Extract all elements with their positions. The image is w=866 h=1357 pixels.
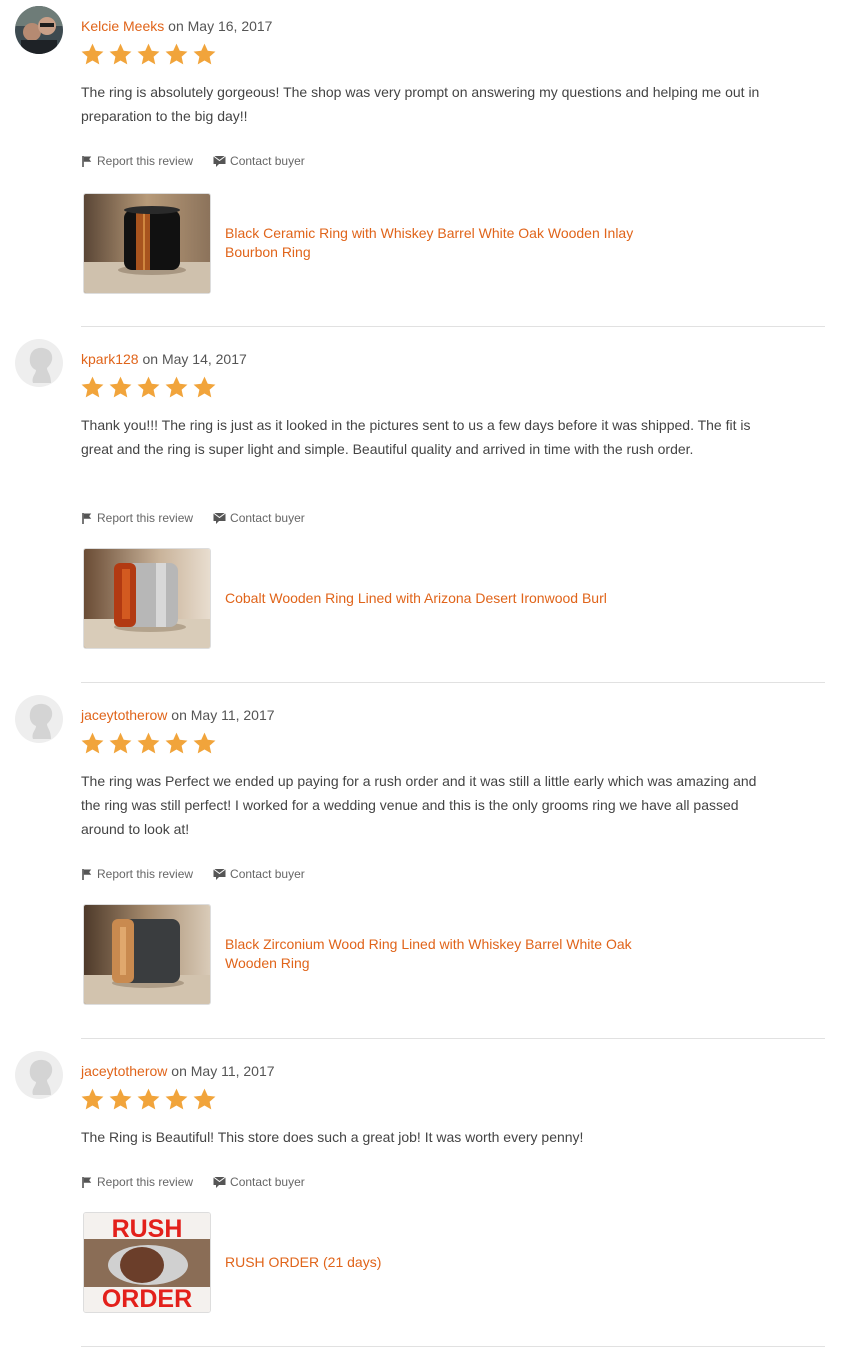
flag-icon (81, 155, 93, 167)
envelope-icon (213, 1176, 226, 1188)
review-item: jaceytotherow on May 11, 2017 The ring w… (0, 695, 866, 1038)
user-avatar[interactable] (15, 695, 63, 743)
product-thumbnail[interactable] (83, 548, 211, 649)
user-avatar[interactable] (15, 339, 63, 387)
review-divider (81, 1038, 825, 1039)
review-divider (81, 1346, 825, 1347)
review-actions: Report this review Contact buyer (81, 511, 305, 525)
review-text: The ring is absolutely gorgeous! The sho… (81, 84, 760, 124)
review-text: The Ring is Beautiful! This store does s… (81, 1129, 584, 1145)
star-icon (137, 732, 160, 754)
review-meta: jaceytotherow on May 11, 2017 (81, 707, 275, 723)
reviewer-name-link[interactable]: kpark128 (81, 351, 139, 367)
product-thumbnail[interactable] (83, 193, 211, 294)
report-review-label: Report this review (97, 154, 194, 168)
contact-buyer-label: Contact buyer (230, 154, 305, 168)
report-review-link[interactable]: Report this review (81, 1175, 193, 1189)
star-icon (165, 732, 188, 754)
star-rating (80, 375, 217, 400)
flag-icon (81, 1176, 93, 1188)
contact-buyer-link[interactable]: Contact buyer (213, 154, 305, 168)
review-item: kpark128 on May 14, 2017 Thank you!!! Th… (0, 339, 866, 682)
star-icon (165, 376, 188, 398)
review-item: Kelcie Meeks on May 16, 2017 The ring is… (0, 6, 866, 326)
user-avatar[interactable] (15, 6, 63, 54)
star-icon (193, 376, 216, 398)
contact-buyer-link[interactable]: Contact buyer (213, 1175, 305, 1189)
contact-buyer-link[interactable]: Contact buyer (213, 511, 305, 525)
contact-buyer-label: Contact buyer (230, 511, 305, 525)
star-icon (81, 43, 104, 65)
star-icon (193, 732, 216, 754)
thumbnail-text-bottom: ORDER (102, 1285, 192, 1312)
report-review-link[interactable]: Report this review (81, 154, 193, 168)
review-date: May 11, 2017 (190, 707, 275, 723)
review-meta: Kelcie Meeks on May 16, 2017 (81, 18, 272, 34)
star-icon (109, 43, 132, 65)
flag-icon (81, 512, 93, 524)
review-on-label: on (171, 707, 187, 723)
review-divider (81, 326, 825, 327)
star-icon (109, 376, 132, 398)
envelope-icon (213, 155, 226, 167)
review-text: Thank you!!! The ring is just as it look… (81, 417, 751, 457)
product-link[interactable]: Black Ceramic Ring with Whiskey Barrel W… (225, 224, 645, 262)
review-meta: kpark128 on May 14, 2017 (81, 351, 247, 367)
review-actions: Report this review Contact buyer (81, 154, 305, 168)
product-thumbnail[interactable] (83, 904, 211, 1005)
review-on-label: on (168, 18, 184, 34)
contact-buyer-label: Contact buyer (230, 867, 305, 881)
reviewer-name-link[interactable]: jaceytotherow (81, 1063, 167, 1079)
review-date: May 16, 2017 (187, 18, 273, 34)
star-icon (81, 1088, 104, 1110)
star-rating (80, 1087, 217, 1112)
product-link[interactable]: RUSH ORDER (21 days) (225, 1253, 645, 1272)
review-on-label: on (142, 351, 159, 367)
review-actions: Report this review Contact buyer (81, 867, 305, 881)
star-icon (193, 43, 216, 65)
report-review-link[interactable]: Report this review (81, 511, 193, 525)
report-review-label: Report this review (97, 511, 194, 525)
star-icon (165, 1088, 188, 1110)
star-icon (109, 732, 132, 754)
user-avatar[interactable] (15, 1051, 63, 1099)
envelope-icon (213, 512, 226, 524)
star-icon (81, 732, 104, 754)
report-review-label: Report this review (97, 1175, 194, 1189)
flag-icon (81, 868, 93, 880)
report-review-link[interactable]: Report this review (81, 867, 193, 881)
review-divider (81, 682, 825, 683)
report-review-label: Report this review (97, 867, 194, 881)
star-rating (80, 731, 217, 756)
product-thumbnail[interactable]: RUSH ORDER (83, 1212, 211, 1313)
product-link[interactable]: Cobalt Wooden Ring Lined with Arizona De… (225, 589, 645, 608)
thumbnail-text-top: RUSH (112, 1215, 183, 1243)
product-link[interactable]: Black Zirconium Wood Ring Lined with Whi… (225, 935, 645, 973)
review-date: May 11, 2017 (190, 1063, 275, 1079)
star-icon (81, 376, 104, 398)
contact-buyer-link[interactable]: Contact buyer (213, 867, 305, 881)
star-rating (80, 42, 217, 67)
review-date: May 14, 2017 (161, 351, 247, 367)
review-text: The ring was Perfect we ended up paying … (81, 773, 757, 837)
reviewer-name-link[interactable]: jaceytotherow (81, 707, 167, 723)
star-icon (109, 1088, 132, 1110)
review-item: jaceytotherow on May 11, 2017 The Ring i… (0, 1051, 866, 1347)
star-icon (137, 376, 160, 398)
reviewer-name-link[interactable]: Kelcie Meeks (81, 18, 164, 34)
star-icon (165, 43, 188, 65)
star-icon (137, 1088, 160, 1110)
review-meta: jaceytotherow on May 11, 2017 (81, 1063, 275, 1079)
star-icon (137, 43, 160, 65)
review-actions: Report this review Contact buyer (81, 1175, 305, 1189)
contact-buyer-label: Contact buyer (230, 1175, 305, 1189)
review-on-label: on (171, 1063, 187, 1079)
envelope-icon (213, 868, 226, 880)
star-icon (193, 1088, 216, 1110)
